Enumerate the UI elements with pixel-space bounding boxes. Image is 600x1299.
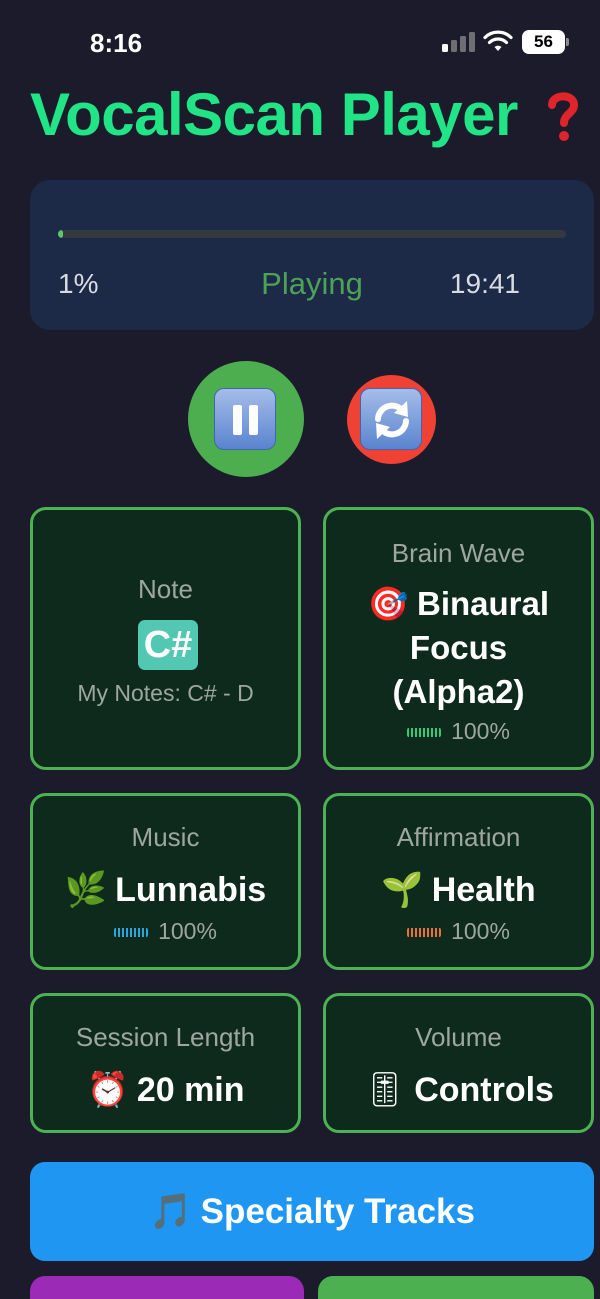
cellular-signal-icon xyxy=(442,32,476,52)
affirmation-label: Affirmation xyxy=(396,822,521,852)
level-meter xyxy=(114,928,149,937)
level-meter xyxy=(407,928,442,937)
my-notes-range: My Notes: C# - D xyxy=(77,680,254,706)
session-length-card[interactable]: Session Length ⏰ 20 min xyxy=(30,993,301,1133)
note-label: Note xyxy=(138,574,193,604)
note-card[interactable]: Note C# My Notes: C# - D xyxy=(30,507,301,770)
dart-target-icon: 🎯 xyxy=(367,584,410,623)
level-meter xyxy=(407,728,442,737)
pause-icon xyxy=(214,388,276,450)
music-level: 100% xyxy=(33,918,298,945)
brain-wave-level: 100% xyxy=(326,718,591,745)
battery-level: 56 xyxy=(522,30,565,54)
brain-wave-value: 🎯 Binaural Focus (Alpha2) xyxy=(367,584,550,710)
volume-card[interactable]: Volume 🎚 Controls xyxy=(323,993,594,1133)
session-length-label: Session Length xyxy=(75,1022,256,1052)
restart-button[interactable] xyxy=(347,375,436,464)
progress-track[interactable] xyxy=(58,230,566,238)
affirmation-level: 100% xyxy=(326,918,591,945)
app-title: VocalScan Player xyxy=(30,81,518,148)
music-label: Music xyxy=(131,822,200,852)
pause-button[interactable] xyxy=(188,361,304,477)
green-button[interactable] xyxy=(318,1276,594,1299)
battery-icon: 56 xyxy=(522,30,570,54)
question-mark-icon[interactable] xyxy=(545,88,581,144)
seedling-icon: 🌱 xyxy=(381,870,424,910)
music-card[interactable]: Music 🌿 Lunnabis 100% xyxy=(30,793,301,970)
remaining-time: 19:41 xyxy=(449,268,520,299)
music-value: 🌿 Lunnabis xyxy=(64,870,267,910)
purple-button[interactable] xyxy=(30,1276,304,1299)
affirmation-value: 🌱 Health xyxy=(381,870,536,910)
volume-value: 🎚 Controls xyxy=(363,1070,554,1110)
note-value: C# xyxy=(138,620,198,670)
progress-fill xyxy=(58,230,64,238)
affirmation-card[interactable]: Affirmation 🌱 Health 100% xyxy=(323,793,594,970)
level-slider-icon: 🎚 xyxy=(363,1070,407,1110)
session-length-value: ⏰ 20 min xyxy=(86,1070,245,1110)
specialty-tracks-label: Specialty Tracks xyxy=(200,1192,475,1231)
brain-wave-card[interactable]: Brain Wave 🎯 Binaural Focus (Alpha2) 100% xyxy=(323,507,594,770)
specialty-tracks-button[interactable]: 🎵 Specialty Tracks xyxy=(30,1162,594,1261)
volume-label: Volume xyxy=(415,1022,502,1052)
alarm-clock-icon: ⏰ xyxy=(86,1070,129,1110)
status-bar: 8:16 56 xyxy=(0,0,600,80)
playback-progress-card: 1% Playing 19:41 xyxy=(30,180,594,330)
brain-wave-label: Brain Wave xyxy=(391,538,526,568)
herb-icon: 🌿 xyxy=(64,870,108,910)
wifi-icon xyxy=(483,30,513,51)
status-time: 8:16 xyxy=(90,28,143,58)
repeat-icon xyxy=(360,388,422,450)
musical-note-icon: 🎵 xyxy=(149,1192,193,1232)
